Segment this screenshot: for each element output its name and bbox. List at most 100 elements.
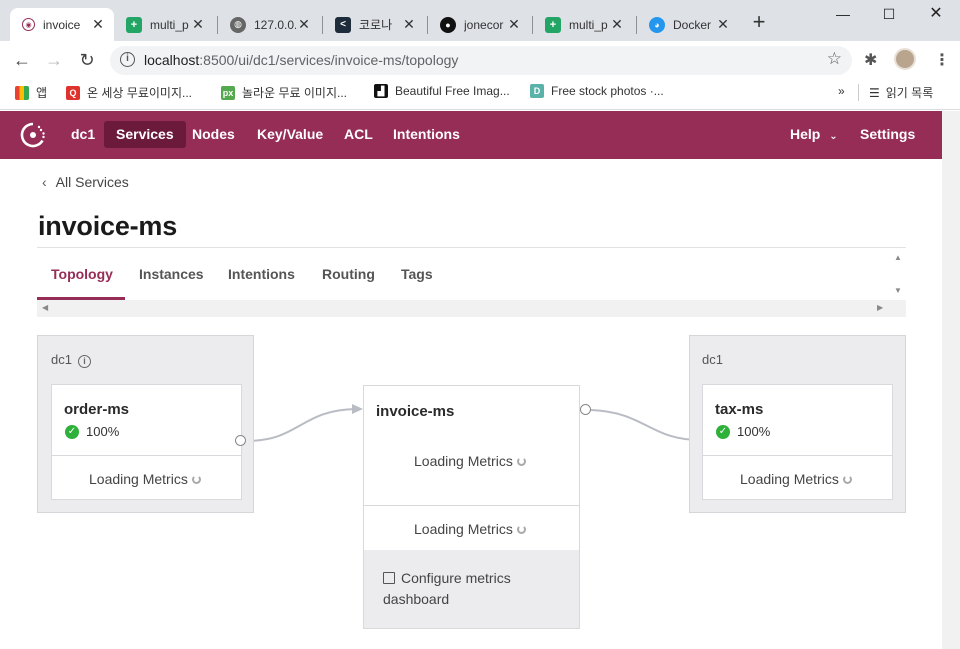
close-tab-icon[interactable]: ✕	[609, 16, 625, 33]
service-card-tax-ms[interactable]: tax-ms ✓ 100% Loading Metrics	[702, 384, 893, 500]
minimize-button[interactable]: —	[820, 4, 866, 28]
scroll-down-icon[interactable]: ▼	[894, 286, 902, 295]
scroll-right-icon[interactable]: ▶	[877, 303, 883, 312]
bookmark-apps[interactable]: 앱	[15, 84, 47, 101]
site-info-icon[interactable]: i	[120, 52, 135, 67]
nav-services[interactable]: Services	[104, 121, 186, 148]
nav-acl[interactable]: ACL	[332, 121, 385, 148]
d-icon: D	[530, 84, 544, 98]
nav-nodes[interactable]: Nodes	[180, 121, 247, 148]
nav-key-value[interactable]: Key/Value	[245, 121, 335, 148]
configure-metrics-area: Configure metrics dashboard	[364, 550, 579, 628]
chevron-down-icon: ⌄	[829, 131, 838, 142]
nav-intentions[interactable]: Intentions	[381, 121, 472, 148]
bookmark-3[interactable]: ▟ Beautiful Free Imag...	[374, 84, 510, 98]
check-circle-icon: ✓	[65, 424, 79, 439]
service-tabs: Topology Instances Intentions Routing Ta…	[37, 247, 906, 317]
chevron-left-icon: ‹	[42, 174, 47, 190]
service-name[interactable]: order-ms	[64, 401, 129, 418]
address-bar[interactable]: i localhost:8500/ui/dc1/services/invoice…	[110, 46, 852, 75]
close-tab-icon[interactable]: ✕	[190, 16, 206, 33]
configure-metrics-link[interactable]: Configure metrics dashboard	[383, 568, 553, 610]
browser-tab-multi-2[interactable]: + multi_p ✕	[533, 8, 633, 41]
downstream-port	[580, 404, 591, 415]
more-menu-icon[interactable]: ⋮	[934, 50, 950, 70]
chrome-divider	[0, 106, 960, 110]
browser-tab-github[interactable]: ● jonecor ✕	[428, 8, 530, 41]
bookmark-1[interactable]: Q 온 세상 무료이미지...	[66, 84, 192, 101]
loading-spinner-icon	[191, 474, 201, 484]
bookmark-star-icon[interactable]: ☆	[827, 49, 842, 69]
page-title: invoice-ms	[38, 211, 178, 241]
loading-spinner-icon	[516, 524, 526, 534]
downstream-datacenter-box: dc1 tax-ms ✓ 100% Loading Metrics	[689, 335, 906, 513]
service-card-invoice-ms[interactable]: invoice-ms Loading Metrics Loading Metri…	[363, 385, 580, 629]
external-link-icon	[383, 572, 395, 584]
github-icon: ●	[440, 16, 456, 33]
card-divider	[703, 455, 892, 456]
close-tab-icon[interactable]: ✕	[90, 16, 106, 33]
service-card-order-ms[interactable]: order-ms ✓ 100% Loading Metrics	[51, 384, 242, 500]
forward-arrow-icon[interactable]: →	[44, 50, 64, 70]
close-tab-icon[interactable]: ✕	[296, 16, 312, 33]
upstream-port	[235, 435, 246, 446]
sheets-icon: +	[126, 16, 142, 33]
page-scrollbar[interactable]	[942, 111, 960, 649]
consul-header: dc1 Services Nodes Key/Value ACL Intenti…	[0, 111, 942, 159]
browser-tab-localhost[interactable]: ◍ 127.0.0. ✕	[218, 8, 320, 41]
browser-tab-docker[interactable]: ◕ Docker ✕	[637, 8, 739, 41]
consul-icon: ◉	[22, 18, 35, 31]
info-icon[interactable]: i	[77, 355, 91, 368]
tab-topology[interactable]: Topology	[51, 266, 113, 282]
tab-tags[interactable]: Tags	[401, 266, 433, 282]
terminal-icon: <	[335, 16, 351, 33]
scroll-left-icon[interactable]: ◀	[42, 303, 48, 312]
tab-intentions[interactable]: Intentions	[228, 266, 295, 282]
new-tab-button[interactable]: +	[748, 11, 770, 34]
metrics-loading: Loading Metrics	[740, 471, 852, 487]
reload-icon[interactable]: ↻	[77, 50, 97, 70]
profile-avatar[interactable]	[894, 48, 916, 70]
consul-logo-icon[interactable]	[19, 121, 47, 149]
docker-icon: ◕	[649, 16, 665, 33]
close-window-button[interactable]: ✕	[913, 4, 959, 28]
maximize-button[interactable]: ☐	[866, 4, 912, 28]
reading-list-icon: ☰	[869, 85, 880, 100]
reading-list-button[interactable]: ☰ 읽기 목록	[858, 84, 933, 101]
service-name: invoice-ms	[376, 403, 455, 420]
browser-tab-multi-1[interactable]: + multi_p ✕	[114, 8, 214, 41]
tab-instances[interactable]: Instances	[139, 266, 204, 282]
extensions-puzzle-icon[interactable]: ✱	[864, 50, 877, 70]
close-tab-icon[interactable]: ✕	[715, 16, 731, 33]
browser-tab-invoice[interactable]: ◉ invoice ✕	[10, 8, 114, 41]
back-to-services-link[interactable]: ‹ All Services	[42, 174, 129, 190]
globe-icon: ◍	[230, 16, 246, 33]
unsplash-icon: ▟	[374, 84, 388, 98]
health-status: ✓ 100%	[65, 424, 119, 439]
bookmark-2[interactable]: px 놀라운 무료 이미지...	[221, 84, 347, 101]
nav-settings[interactable]: Settings	[848, 121, 927, 148]
tabs-horizontal-scrollbar[interactable]: ◀ ▶	[37, 300, 906, 317]
help-menu[interactable]: Help ⌄	[778, 121, 850, 148]
bookmarks-overflow-icon[interactable]: »	[838, 84, 845, 98]
scroll-up-icon[interactable]: ▲	[894, 253, 902, 262]
close-tab-icon[interactable]: ✕	[401, 16, 417, 33]
bookmarks-bar: 앱 Q 온 세상 무료이미지... px 놀라운 무료 이미지... ▟ Bea…	[0, 79, 960, 106]
browser-tabstrip: ◉ invoice ✕ + multi_p ✕ ◍ 127.0.0. ✕ < 코…	[0, 0, 960, 41]
datacenter-label: dc1 i	[51, 352, 91, 368]
check-circle-icon: ✓	[716, 424, 730, 439]
card-divider	[52, 455, 241, 456]
px-icon: px	[221, 85, 235, 100]
tabs-vertical-scrollbar[interactable]: ▲ ▼	[889, 248, 906, 300]
service-name[interactable]: tax-ms	[715, 401, 763, 418]
url-text[interactable]: localhost:8500/ui/dc1/services/invoice-m…	[144, 52, 458, 68]
datacenter-selector[interactable]: dc1	[59, 121, 107, 148]
back-arrow-icon[interactable]: ←	[12, 50, 32, 70]
tab-routing[interactable]: Routing	[322, 266, 375, 282]
close-tab-icon[interactable]: ✕	[506, 16, 522, 33]
datacenter-label: dc1	[702, 352, 723, 367]
upstream-datacenter-box: dc1 i order-ms ✓ 100% Loading Metrics	[37, 335, 254, 513]
browser-tab-corona[interactable]: < 코로나 ✕	[323, 8, 425, 41]
metrics-loading: Loading Metrics	[414, 453, 526, 469]
bookmark-4[interactable]: D Free stock photos ·...	[530, 84, 664, 98]
